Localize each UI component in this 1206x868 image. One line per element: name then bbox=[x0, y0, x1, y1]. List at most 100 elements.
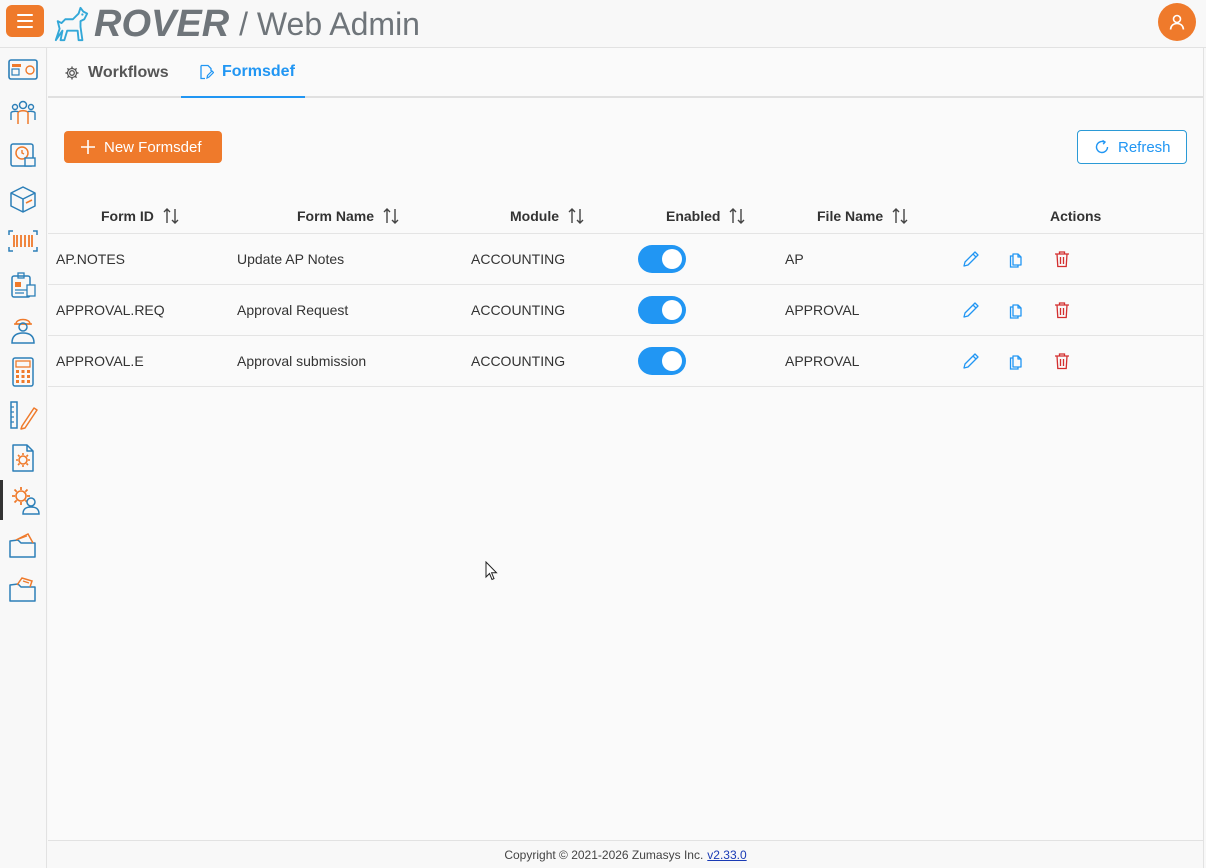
worker-icon bbox=[11, 318, 35, 344]
cell-form-name: Approval Request bbox=[237, 302, 349, 318]
tab-workflows[interactable]: Workflows bbox=[64, 48, 169, 98]
trash-icon bbox=[1055, 251, 1069, 268]
cell-module: ACCOUNTING bbox=[471, 353, 566, 369]
refresh-button[interactable]: Refresh bbox=[1077, 130, 1187, 164]
users-group-icon bbox=[10, 100, 36, 124]
copy-button[interactable] bbox=[1006, 351, 1026, 371]
gear-icon bbox=[65, 66, 79, 80]
enabled-toggle[interactable] bbox=[638, 347, 686, 375]
copy-icon bbox=[1009, 253, 1022, 268]
pencil-icon bbox=[963, 251, 979, 267]
folder-open-icon bbox=[9, 533, 36, 558]
hamburger-icon-line bbox=[17, 14, 33, 16]
sidebar bbox=[0, 48, 47, 868]
cell-file-name: APPROVAL bbox=[785, 302, 860, 318]
sidebar-item-folder[interactable] bbox=[0, 525, 46, 565]
column-header-enabled[interactable]: Enabled bbox=[666, 198, 746, 234]
sidebar-item-users[interactable] bbox=[0, 92, 46, 132]
sidebar-item-dashboard[interactable] bbox=[0, 50, 46, 90]
sidebar-item-badge[interactable] bbox=[0, 265, 46, 305]
copyright-text: Copyright © 2021-2026 Zumasys Inc. bbox=[504, 847, 704, 862]
column-label: Enabled bbox=[666, 208, 721, 224]
formsdef-table: Form ID Form Name Module Enabled File Na… bbox=[48, 198, 1203, 387]
hamburger-menu-button[interactable] bbox=[6, 5, 44, 37]
column-label: File Name bbox=[817, 208, 884, 224]
user-icon bbox=[1169, 14, 1185, 30]
delete-button[interactable] bbox=[1052, 351, 1072, 371]
edit-button[interactable] bbox=[961, 249, 981, 269]
column-label: Actions bbox=[1050, 208, 1102, 224]
enabled-toggle[interactable] bbox=[638, 245, 686, 273]
right-divider bbox=[1203, 48, 1204, 868]
pencil-icon bbox=[963, 353, 979, 369]
column-label: Form Name bbox=[297, 208, 375, 224]
sort-icon bbox=[568, 208, 584, 224]
column-header-actions: Actions bbox=[1050, 198, 1101, 234]
cell-form-name: Update AP Notes bbox=[237, 251, 345, 267]
cell-form-id: APPROVAL.E bbox=[56, 353, 144, 369]
sidebar-item-calculator[interactable] bbox=[0, 352, 46, 392]
edit-button[interactable] bbox=[961, 351, 981, 371]
sort-icon bbox=[163, 208, 179, 224]
calculator-icon bbox=[12, 357, 34, 387]
package-box-icon bbox=[10, 186, 36, 213]
copy-button[interactable] bbox=[1006, 249, 1026, 269]
tab-workflows-label: Workflows bbox=[88, 64, 169, 81]
plus-icon bbox=[81, 140, 95, 154]
sidebar-item-doc-settings[interactable] bbox=[0, 438, 46, 478]
table-row: APPROVAL.REQ Approval Request ACCOUNTING… bbox=[48, 285, 1203, 336]
cell-module: ACCOUNTING bbox=[471, 251, 566, 267]
table-row: APPROVAL.E Approval submission ACCOUNTIN… bbox=[48, 336, 1203, 387]
table-header: Form ID Form Name Module Enabled File Na… bbox=[48, 198, 1203, 234]
id-badge-icon bbox=[11, 272, 36, 298]
refresh-icon bbox=[1095, 139, 1109, 154]
trash-icon bbox=[1055, 353, 1069, 370]
app-logo: ROVER / Web Admin bbox=[52, 3, 420, 45]
sort-icon bbox=[383, 208, 399, 224]
edit-document-icon bbox=[200, 64, 214, 80]
sidebar-item-inventory[interactable] bbox=[0, 179, 46, 219]
folder-files-icon bbox=[9, 577, 36, 602]
top-bar: ROVER / Web Admin bbox=[0, 0, 1206, 48]
cell-form-name: Approval submission bbox=[237, 353, 367, 369]
sidebar-item-web-admin[interactable] bbox=[0, 480, 46, 520]
cell-file-name: AP bbox=[785, 251, 804, 267]
column-label: Form ID bbox=[101, 208, 154, 224]
column-header-file-name[interactable]: File Name bbox=[817, 198, 909, 234]
dashboard-icon bbox=[8, 59, 38, 80]
barcode-icon bbox=[8, 230, 38, 252]
edit-button[interactable] bbox=[961, 300, 981, 320]
column-header-form-id[interactable]: Form ID bbox=[101, 198, 180, 234]
sidebar-item-time-reports[interactable] bbox=[0, 135, 46, 175]
hamburger-icon-line bbox=[17, 26, 33, 28]
sidebar-item-barcode[interactable] bbox=[0, 221, 46, 261]
clock-document-icon bbox=[10, 143, 36, 167]
new-formsdef-button[interactable]: New Formsdef bbox=[64, 131, 222, 163]
delete-button[interactable] bbox=[1052, 249, 1072, 269]
sort-icon bbox=[729, 208, 745, 224]
main-content: Workflows Formsdef New Formsdef Refresh … bbox=[48, 48, 1203, 840]
enabled-toggle[interactable] bbox=[638, 296, 686, 324]
copy-button[interactable] bbox=[1006, 300, 1026, 320]
sidebar-item-workers[interactable] bbox=[0, 309, 46, 349]
user-gear-icon bbox=[11, 487, 40, 515]
trash-icon bbox=[1055, 302, 1069, 319]
tab-formsdef[interactable]: Formsdef bbox=[181, 48, 305, 98]
pencil-icon bbox=[963, 302, 979, 318]
copy-icon bbox=[1009, 304, 1022, 319]
sort-icon bbox=[892, 208, 908, 224]
column-header-form-name[interactable]: Form Name bbox=[297, 198, 400, 234]
sidebar-item-files[interactable] bbox=[0, 569, 46, 609]
cell-form-id: APPROVAL.REQ bbox=[56, 302, 165, 318]
column-header-module[interactable]: Module bbox=[510, 198, 585, 234]
user-avatar-button[interactable] bbox=[1158, 3, 1196, 41]
hamburger-icon-line bbox=[17, 20, 33, 22]
document-gear-icon bbox=[12, 444, 34, 472]
mouse-cursor-icon bbox=[485, 561, 498, 581]
tab-formsdef-label: Formsdef bbox=[222, 63, 295, 80]
cell-form-id: AP.NOTES bbox=[56, 251, 125, 267]
delete-button[interactable] bbox=[1052, 300, 1072, 320]
version-link[interactable]: v2.33.0 bbox=[707, 848, 746, 862]
sidebar-item-design[interactable] bbox=[0, 395, 46, 435]
brand-name: ROVER bbox=[94, 2, 230, 45]
